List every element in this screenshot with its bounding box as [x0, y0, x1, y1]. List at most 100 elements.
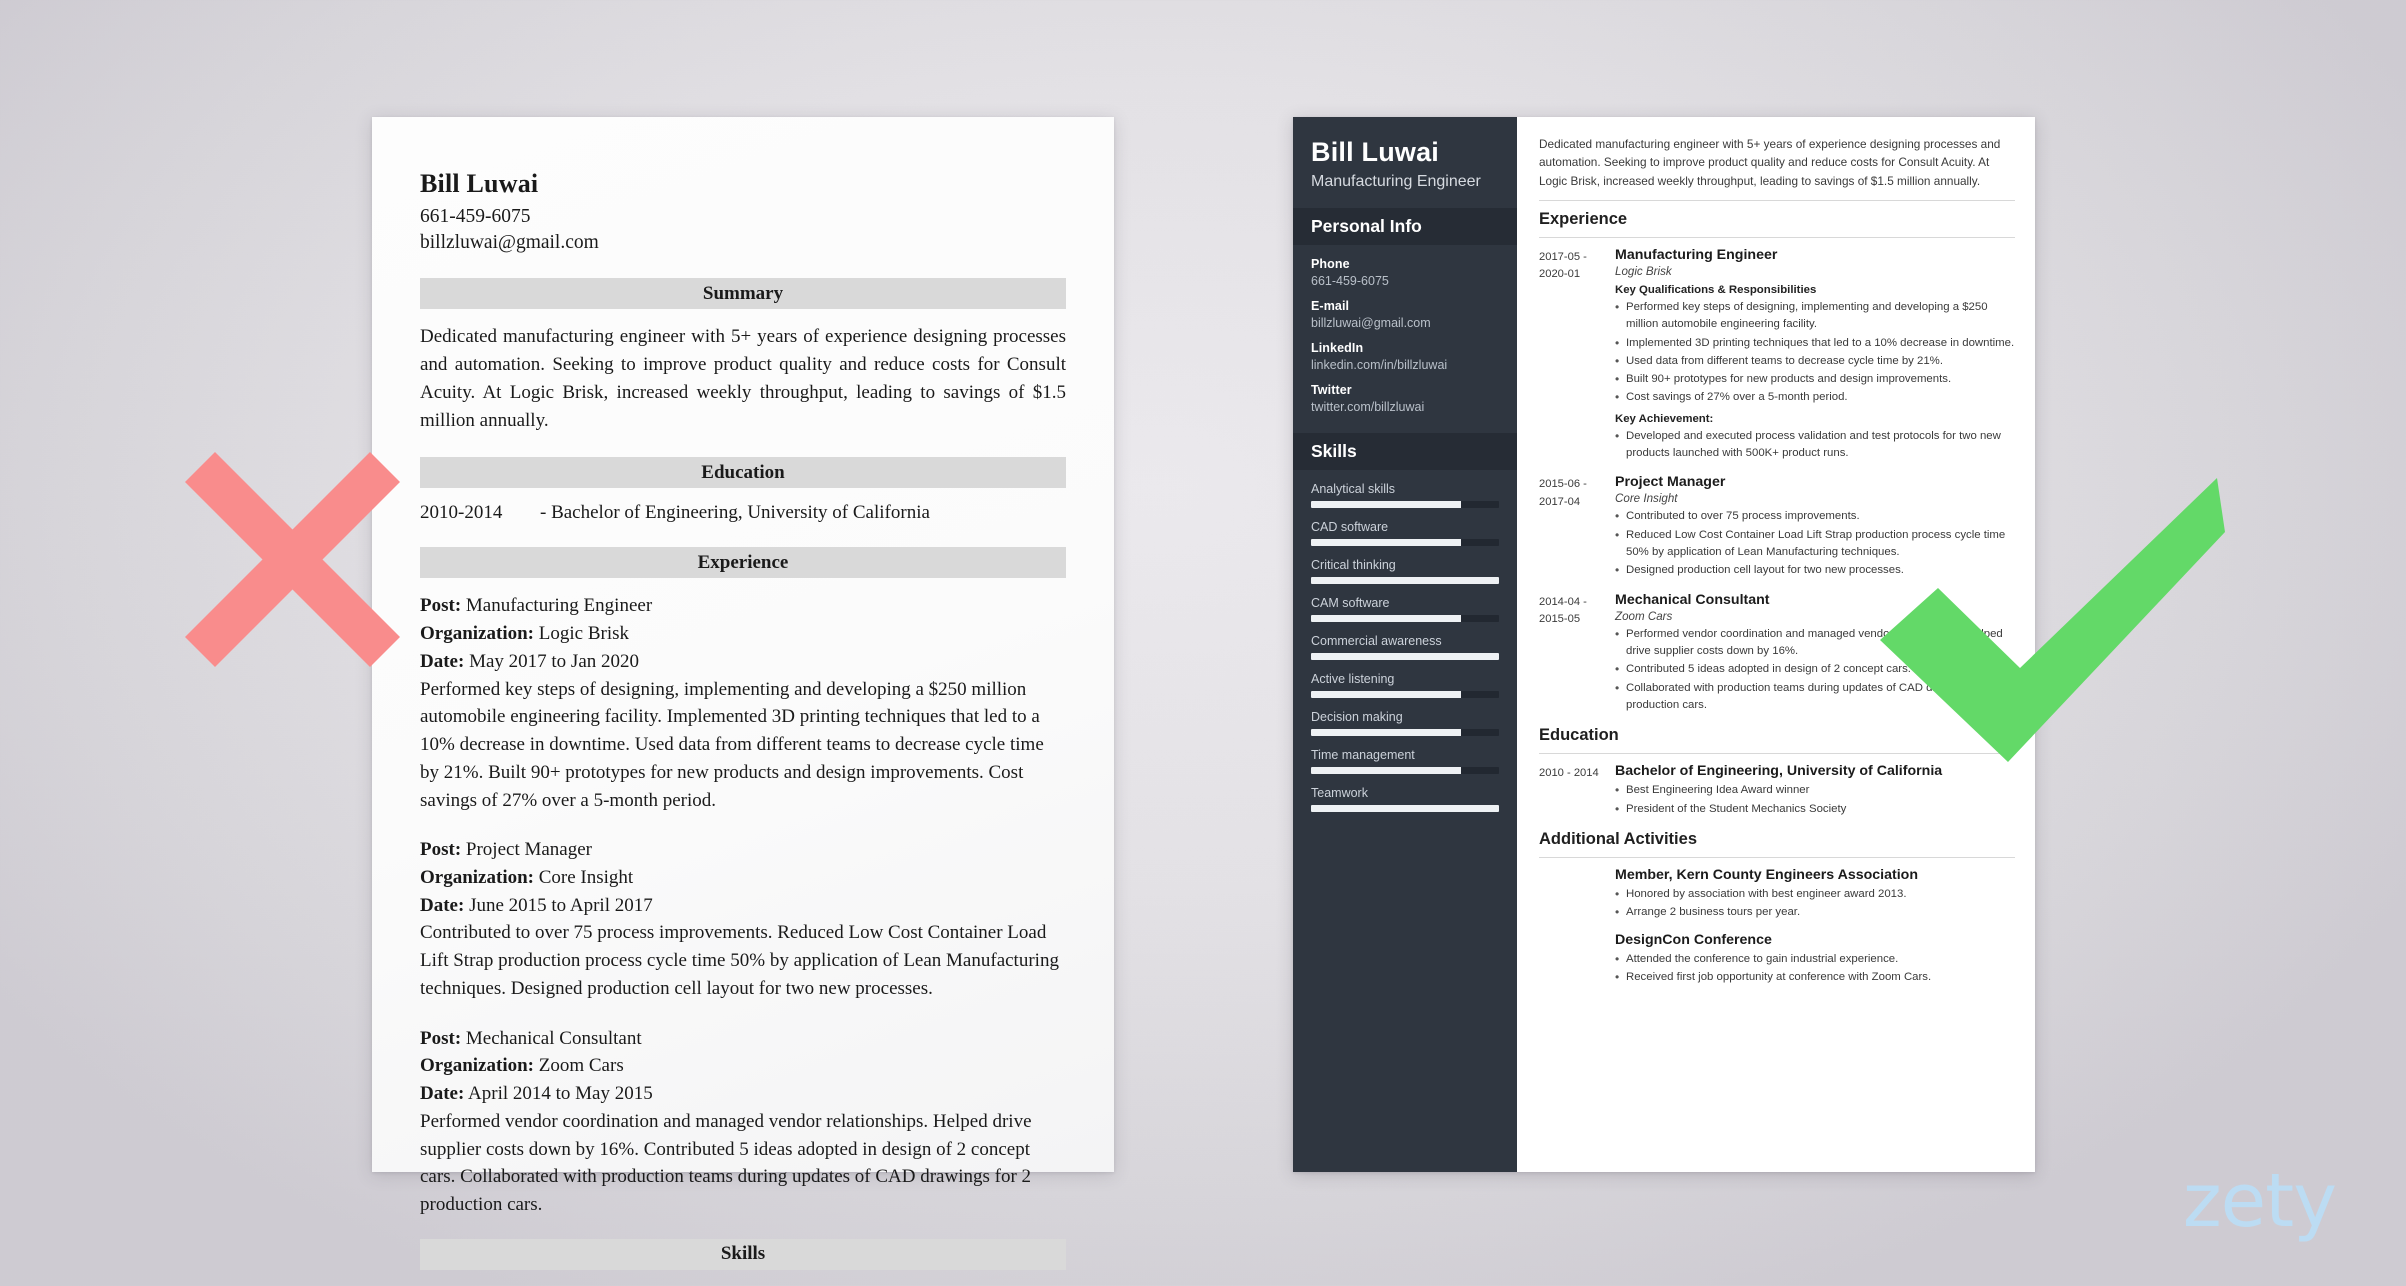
activity-bullet: Honored by association with best enginee… [1615, 885, 2015, 904]
skill-name: Commercial awareness [1311, 634, 1442, 649]
experience-bullet: Performed key steps of designing, implem… [1615, 298, 2015, 334]
skill-track [1311, 767, 1499, 775]
activity-title: DesignCon Conference [1615, 931, 1772, 948]
skill-bar: Teamwork [1311, 786, 1499, 813]
skill-track [1311, 805, 1499, 813]
bad-exp-org: Organization: Logic Brisk [420, 623, 629, 645]
activity-bullet: Attended the conference to gain industri… [1615, 950, 2015, 969]
skill-track [1311, 577, 1499, 585]
bad-exp-desc: Performed key steps of designing, implem… [420, 678, 1044, 811]
skill-name: Analytical skills [1311, 482, 1396, 497]
field-value: linkedin.com/in/billzluwai [1311, 358, 1448, 373]
experience-heading: Experience [1539, 209, 1628, 228]
bad-exp-org: Organization: Zoom Cars [420, 1055, 624, 1077]
bad-resume-phone: 661-459-6075 [420, 206, 531, 227]
experience-bullet: Used data from different teams to decrea… [1615, 352, 2015, 371]
bad-exp-desc: Contributed to over 75 process improveme… [420, 922, 1059, 999]
additional-heading-wrap: Additional Activities [1539, 830, 2015, 859]
skill-bar: Decision making [1311, 710, 1499, 737]
field-value: 661-459-6075 [1311, 274, 1389, 289]
experience-organization: Logic Brisk [1615, 264, 1672, 278]
skill-track [1311, 653, 1499, 661]
bad-resume-email: billzluwai@gmail.com [420, 231, 599, 253]
activity-bullets: Attended the conference to gain industri… [1615, 950, 2015, 987]
sidebar-skills-list: Analytical skills CAD software Critical th… [1293, 470, 1517, 832]
experience-subheading: Key Achievement: [1615, 412, 1714, 425]
personal-info-heading: Personal Info [1293, 208, 1517, 246]
personal-info-field: Phone 661-459-6075 [1311, 257, 1499, 288]
education-body: Bachelor of Engineering, University of C… [1615, 763, 2015, 819]
good-additional-list: Member, Kern County Engineers Associatio… [1615, 867, 2015, 987]
activity-title: Member, Kern County Engineers Associatio… [1615, 867, 1918, 884]
skill-bar: CAM software [1311, 596, 1499, 623]
additional-activity: Member, Kern County Engineers Associatio… [1615, 867, 2015, 922]
personal-info-field: LinkedIn linkedin.com/in/billzluwai [1311, 341, 1499, 372]
experience-bullet: Developed and executed process validatio… [1615, 427, 2015, 463]
bad-exp-desc: Performed vendor coordination and manage… [420, 1110, 1032, 1216]
bad-experience-entry: Post: Project Manager Organization: Core … [420, 836, 1066, 1002]
bad-exp-date: Date: May 2017 to Jan 2020 [420, 650, 639, 672]
field-value: billzluwai@gmail.com [1311, 316, 1431, 331]
skill-fill [1311, 691, 1462, 699]
skill-fill [1311, 653, 1499, 661]
field-label: E-mail [1311, 299, 1350, 314]
experience-heading-wrap: Experience [1539, 210, 2015, 238]
bad-skills-heading: Skills [420, 1238, 1066, 1270]
bad-resume-name: Bill Luwai [420, 169, 539, 198]
bad-exp-date: Date: April 2014 to May 2015 [420, 1083, 653, 1105]
experience-bullet: Implemented 3D printing techniques that … [1615, 333, 2015, 352]
experience-bullet: Built 90+ prototypes for new products an… [1615, 370, 2015, 389]
skill-bar: Active listening [1311, 672, 1499, 699]
skill-bar: CAD software [1311, 520, 1499, 547]
good-summary-text: Dedicated manufacturing engineer with 5+… [1539, 137, 2001, 188]
personal-info-field: E-mail billzluwai@gmail.com [1311, 299, 1499, 330]
bad-skills-column-1: Analytical skillsCAD softwareCritical th… [454, 1281, 702, 1286]
bad-exp-org: Organization: Core Insight [420, 867, 634, 889]
education-entry: 2010 - 2014 Bachelor of Engineering, Uni… [1539, 763, 2015, 819]
bad-exp-post: Post: Manufacturing Engineer [420, 595, 653, 617]
skill-name: Active listening [1311, 672, 1395, 687]
bad-summary-text: Dedicated manufacturing engineer with 5+… [420, 326, 1066, 431]
skill-fill [1311, 577, 1499, 585]
additional-heading: Additional Activities [1539, 830, 1697, 849]
skill-fill [1311, 501, 1462, 509]
experience-dates: 2014-04 - 2015-05 [1539, 595, 1587, 626]
skill-name: Critical thinking [1311, 558, 1396, 573]
good-resume-name: Bill Luwai [1311, 137, 1440, 167]
check-mark-icon [1880, 478, 2225, 762]
personal-info-fields: Phone 661-459-6075 E-mail billzluwai@gmail.… [1293, 245, 1517, 433]
bad-experience-entry: Post: Manufacturing Engineer Organization… [420, 592, 1066, 814]
sidebar-skills-heading: Skills [1293, 433, 1517, 471]
skill-fill [1311, 805, 1499, 813]
bad-skill-item: Active listening [736, 1281, 877, 1286]
bad-experience-heading: Experience [420, 547, 1066, 579]
additional-activity: DesignCon Conference Attended the confere… [1615, 932, 2015, 987]
zety-logo: zety [2182, 1158, 2337, 1244]
good-experience-entry: 2017-05 - 2020-01 Manufacturing Engineer L… [1539, 247, 2015, 464]
bad-skills-columns: Analytical skillsCAD softwareCritical th… [420, 1281, 1066, 1286]
summary-divider [1539, 199, 2015, 201]
activity-bullet: Received first job opportunity at confer… [1615, 968, 2015, 987]
skill-name: Decision making [1311, 710, 1403, 725]
activity-bullets: Honored by association with best enginee… [1615, 885, 2015, 922]
experience-dates: 2017-05 - 2020-01 [1539, 250, 1587, 281]
bad-education-row: 2010-2014 - Bachelor of Engineering, Uni… [420, 502, 1066, 524]
field-label: LinkedIn [1311, 341, 1364, 356]
field-label: Twitter [1311, 383, 1352, 398]
skill-track [1311, 501, 1499, 509]
skill-name: Time management [1311, 748, 1415, 763]
bad-exp-date: Date: June 2015 to April 2017 [420, 894, 653, 916]
skill-bar: Commercial awareness [1311, 634, 1499, 661]
field-value: twitter.com/billzluwai [1311, 400, 1425, 415]
experience-body: Manufacturing Engineer Logic Brisk Key Qua… [1615, 247, 2015, 464]
good-resume-sidebar: Bill Luwai Manufacturing Engineer Person… [1293, 117, 1517, 1172]
skill-track [1311, 615, 1499, 623]
skill-fill [1311, 767, 1462, 775]
bad-education-heading: Education [420, 457, 1066, 489]
skill-bar: Critical thinking [1311, 558, 1499, 585]
skill-name: Teamwork [1311, 786, 1368, 801]
experience-bullet: Cost savings of 27% over a 5-month perio… [1615, 388, 2015, 407]
bad-skills-column-2: Active listeningDecision makingTime mana… [736, 1281, 877, 1286]
bad-skill-item: Analytical skills [454, 1281, 702, 1286]
education-bullet: President of the Student Mechanics Socie… [1615, 800, 2015, 819]
